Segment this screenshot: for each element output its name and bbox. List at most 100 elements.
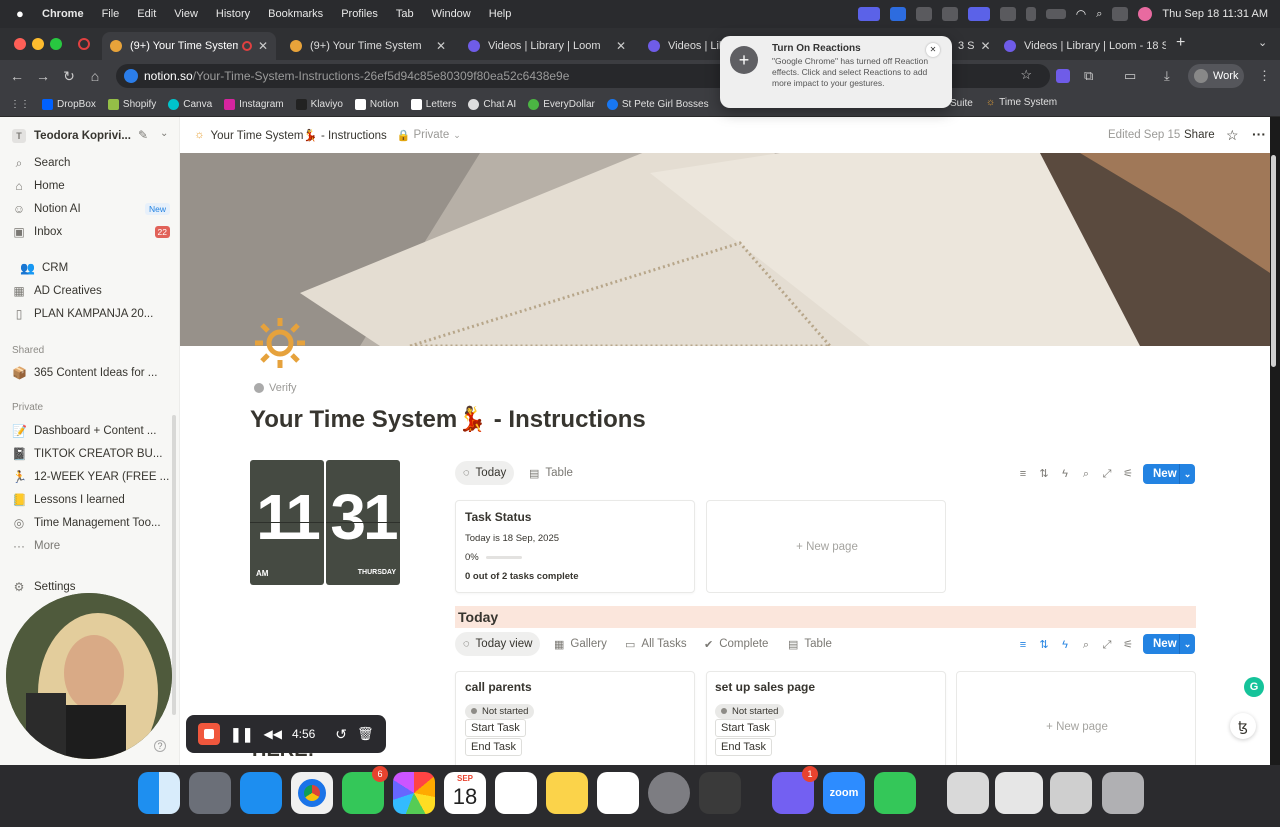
close-window-icon[interactable] <box>14 38 26 50</box>
task-card[interactable]: call parents Not started Start Task End … <box>455 671 695 765</box>
sidebar-item-inbox[interactable]: ▣ Inbox 22 <box>12 222 170 242</box>
sidebar-item-12-week-year[interactable]: 🏃 12-WEEK YEAR (FREE ... <box>12 467 169 487</box>
minimize-window-icon[interactable] <box>32 38 44 50</box>
tab-close-icon[interactable]: ✕ <box>610 39 626 53</box>
bookmark-canva[interactable]: Canva <box>168 98 212 110</box>
menu-edit[interactable]: Edit <box>137 8 156 20</box>
extensions-icon[interactable]: ⧉ <box>1084 68 1093 84</box>
menu-tab[interactable]: Tab <box>396 8 414 20</box>
end-task-button[interactable]: End Task <box>465 738 523 756</box>
automation-icon[interactable]: ϟ <box>1058 638 1072 652</box>
tab-gallery[interactable]: ▦ Gallery <box>546 632 615 656</box>
chevron-down-icon[interactable]: ⌄ <box>160 128 168 139</box>
sidebar-item-home[interactable]: ⌂ Home <box>12 176 64 196</box>
tab-close-icon[interactable]: ✕ <box>975 39 990 53</box>
menu-help[interactable]: Help <box>489 8 512 20</box>
more-options-icon[interactable]: ··· <box>1252 126 1266 142</box>
bookmark-notion[interactable]: Notion <box>354 98 399 110</box>
home-icon[interactable]: ⌂ <box>82 68 108 84</box>
delete-icon[interactable]: 🗑 <box>357 726 374 742</box>
bag-icon[interactable] <box>1025 7 1036 21</box>
sort-icon[interactable]: ⇅ <box>1037 467 1051 481</box>
bookmark-letters[interactable]: Letters <box>410 98 456 110</box>
start-task-button[interactable]: Start Task <box>465 719 526 737</box>
settings-sliders-icon[interactable]: ⚟ <box>1121 638 1135 652</box>
restart-icon[interactable]: ↺ <box>335 726 347 743</box>
sidebar-item-lessons-learned[interactable]: 📒 Lessons I learned <box>12 490 125 510</box>
tab-table[interactable]: ▤ Table <box>521 461 581 485</box>
menu-history[interactable]: History <box>216 8 250 20</box>
bookmark-everydollar[interactable]: EveryDollar <box>528 98 595 110</box>
calendar-icon[interactable]: SEP 18 <box>444 772 486 814</box>
downloads-stack-icon[interactable] <box>947 772 989 814</box>
tab-partial[interactable]: 3 S ✕ <box>950 32 990 60</box>
zoom-icon[interactable]: zoom <box>823 772 865 814</box>
chrome-notification[interactable]: + Turn On Reactions "Google Chrome" has … <box>720 36 952 108</box>
workspace-switcher[interactable]: T Teodora Koprivi... <box>12 126 131 146</box>
messenger-status-icon[interactable] <box>941 7 958 21</box>
sidebar-item-time-management[interactable]: ◎ Time Management Too... <box>12 513 161 533</box>
reminders-icon[interactable] <box>495 772 537 814</box>
start-task-button[interactable]: Start Task <box>715 719 776 737</box>
back-icon[interactable]: ← <box>4 68 30 84</box>
tab-all-tasks[interactable]: ▭ All Tasks <box>617 632 695 656</box>
new-tab-icon[interactable]: + <box>1176 34 1185 52</box>
mirror-display-icon[interactable] <box>967 7 990 21</box>
bookmark-st-pete-girl-bosses[interactable]: St Pete Girl Bosses <box>606 98 709 110</box>
loom-extension-icon[interactable] <box>1056 69 1070 83</box>
side-panel-icon[interactable]: ▭ <box>1124 68 1136 84</box>
sidebar-item-more[interactable]: ··· More <box>12 536 60 556</box>
menu-app-name[interactable]: Chrome <box>42 8 84 20</box>
bookmark-chat-ai[interactable]: Chat AI <box>468 98 516 110</box>
automation-icon[interactable]: ϟ <box>1058 467 1072 481</box>
zoom-status-icon[interactable] <box>889 7 906 21</box>
screen-record-icon[interactable] <box>999 7 1016 21</box>
sidebar-item-settings[interactable]: ⚙ Settings <box>12 577 76 597</box>
search-icon[interactable]: ⌕ <box>1079 638 1093 652</box>
menu-profiles[interactable]: Profiles <box>341 8 378 20</box>
end-task-button[interactable]: End Task <box>715 738 773 756</box>
battery-icon[interactable] <box>1045 9 1066 19</box>
facetime-icon[interactable] <box>874 772 916 814</box>
maximize-window-icon[interactable] <box>50 38 62 50</box>
control-center-icon[interactable] <box>1112 7 1129 21</box>
page-sun-icon[interactable] <box>252 315 308 371</box>
safari-icon[interactable] <box>240 772 282 814</box>
chevron-down-icon[interactable]: ⌄ <box>1179 464 1195 484</box>
pause-icon[interactable]: ❚❚ <box>230 726 253 743</box>
bookmark-star-icon[interactable]: ☆ <box>1020 67 1032 83</box>
viber-icon[interactable]: 1 <box>772 766 818 814</box>
sidebar-item-365-content-ideas[interactable]: 📦 365 Content Ideas for ... <box>12 363 157 383</box>
system-settings-icon[interactable] <box>648 772 690 814</box>
sidebar-item-crm[interactable]: 👥 CRM <box>20 258 68 278</box>
rewind-icon[interactable]: ◀◀ <box>263 727 281 741</box>
sidebar-item-plan-kampanja[interactable]: ▯ PLAN KAMPANJA 20... <box>12 304 154 324</box>
bookmark-instagram[interactable]: Instagram <box>224 98 284 110</box>
chatgpt-status-icon[interactable] <box>915 7 932 21</box>
bookmark-klaviyo[interactable]: Klaviyo <box>295 98 343 110</box>
tab-today[interactable]: ◌ Today <box>455 461 515 485</box>
spotlight-search-icon[interactable]: ⌕ <box>1096 8 1102 21</box>
tab-loom-library-2[interactable]: Videos | Librar <box>640 32 730 60</box>
menu-clock[interactable]: Thu Sep 18 11:31 AM <box>1162 8 1268 20</box>
help-icon[interactable]: ? <box>154 740 166 752</box>
bookmark-dropbox[interactable]: DropBox <box>42 98 96 110</box>
sidebar-scrollbar[interactable] <box>172 415 176 715</box>
new-page-card[interactable]: + New page <box>706 500 946 593</box>
launchpad-icon[interactable] <box>189 772 231 814</box>
tab-loom-library[interactable]: Videos | Library | Loom ✕ <box>460 32 634 60</box>
tab-loom-library-3[interactable]: Videos | Library | Loom - 18 S ✕ <box>996 32 1166 60</box>
new-button[interactable]: New ⌄ <box>1143 634 1195 654</box>
stop-recording-button[interactable] <box>198 723 220 745</box>
task-card[interactable]: set up sales page Not started Start Task… <box>706 671 946 765</box>
siri-icon[interactable] <box>1138 7 1153 21</box>
verify-badge[interactable]: Verify <box>254 382 297 394</box>
grammarly-icon[interactable]: G <box>1244 677 1264 697</box>
notion-ai-face-icon[interactable]: ꜩ <box>1230 713 1256 739</box>
sidebar-item-ad-creatives[interactable]: ▦ AD Creatives <box>12 281 101 301</box>
tab-table-2[interactable]: ▤ Table <box>780 632 840 656</box>
privacy-label[interactable]: Private <box>413 129 449 141</box>
wifi-icon[interactable]: ◠ <box>1076 7 1086 21</box>
sort-icon[interactable]: ⇅ <box>1037 638 1051 652</box>
sidebar-item-dashboard[interactable]: 📝 Dashboard + Content ... <box>12 421 156 441</box>
